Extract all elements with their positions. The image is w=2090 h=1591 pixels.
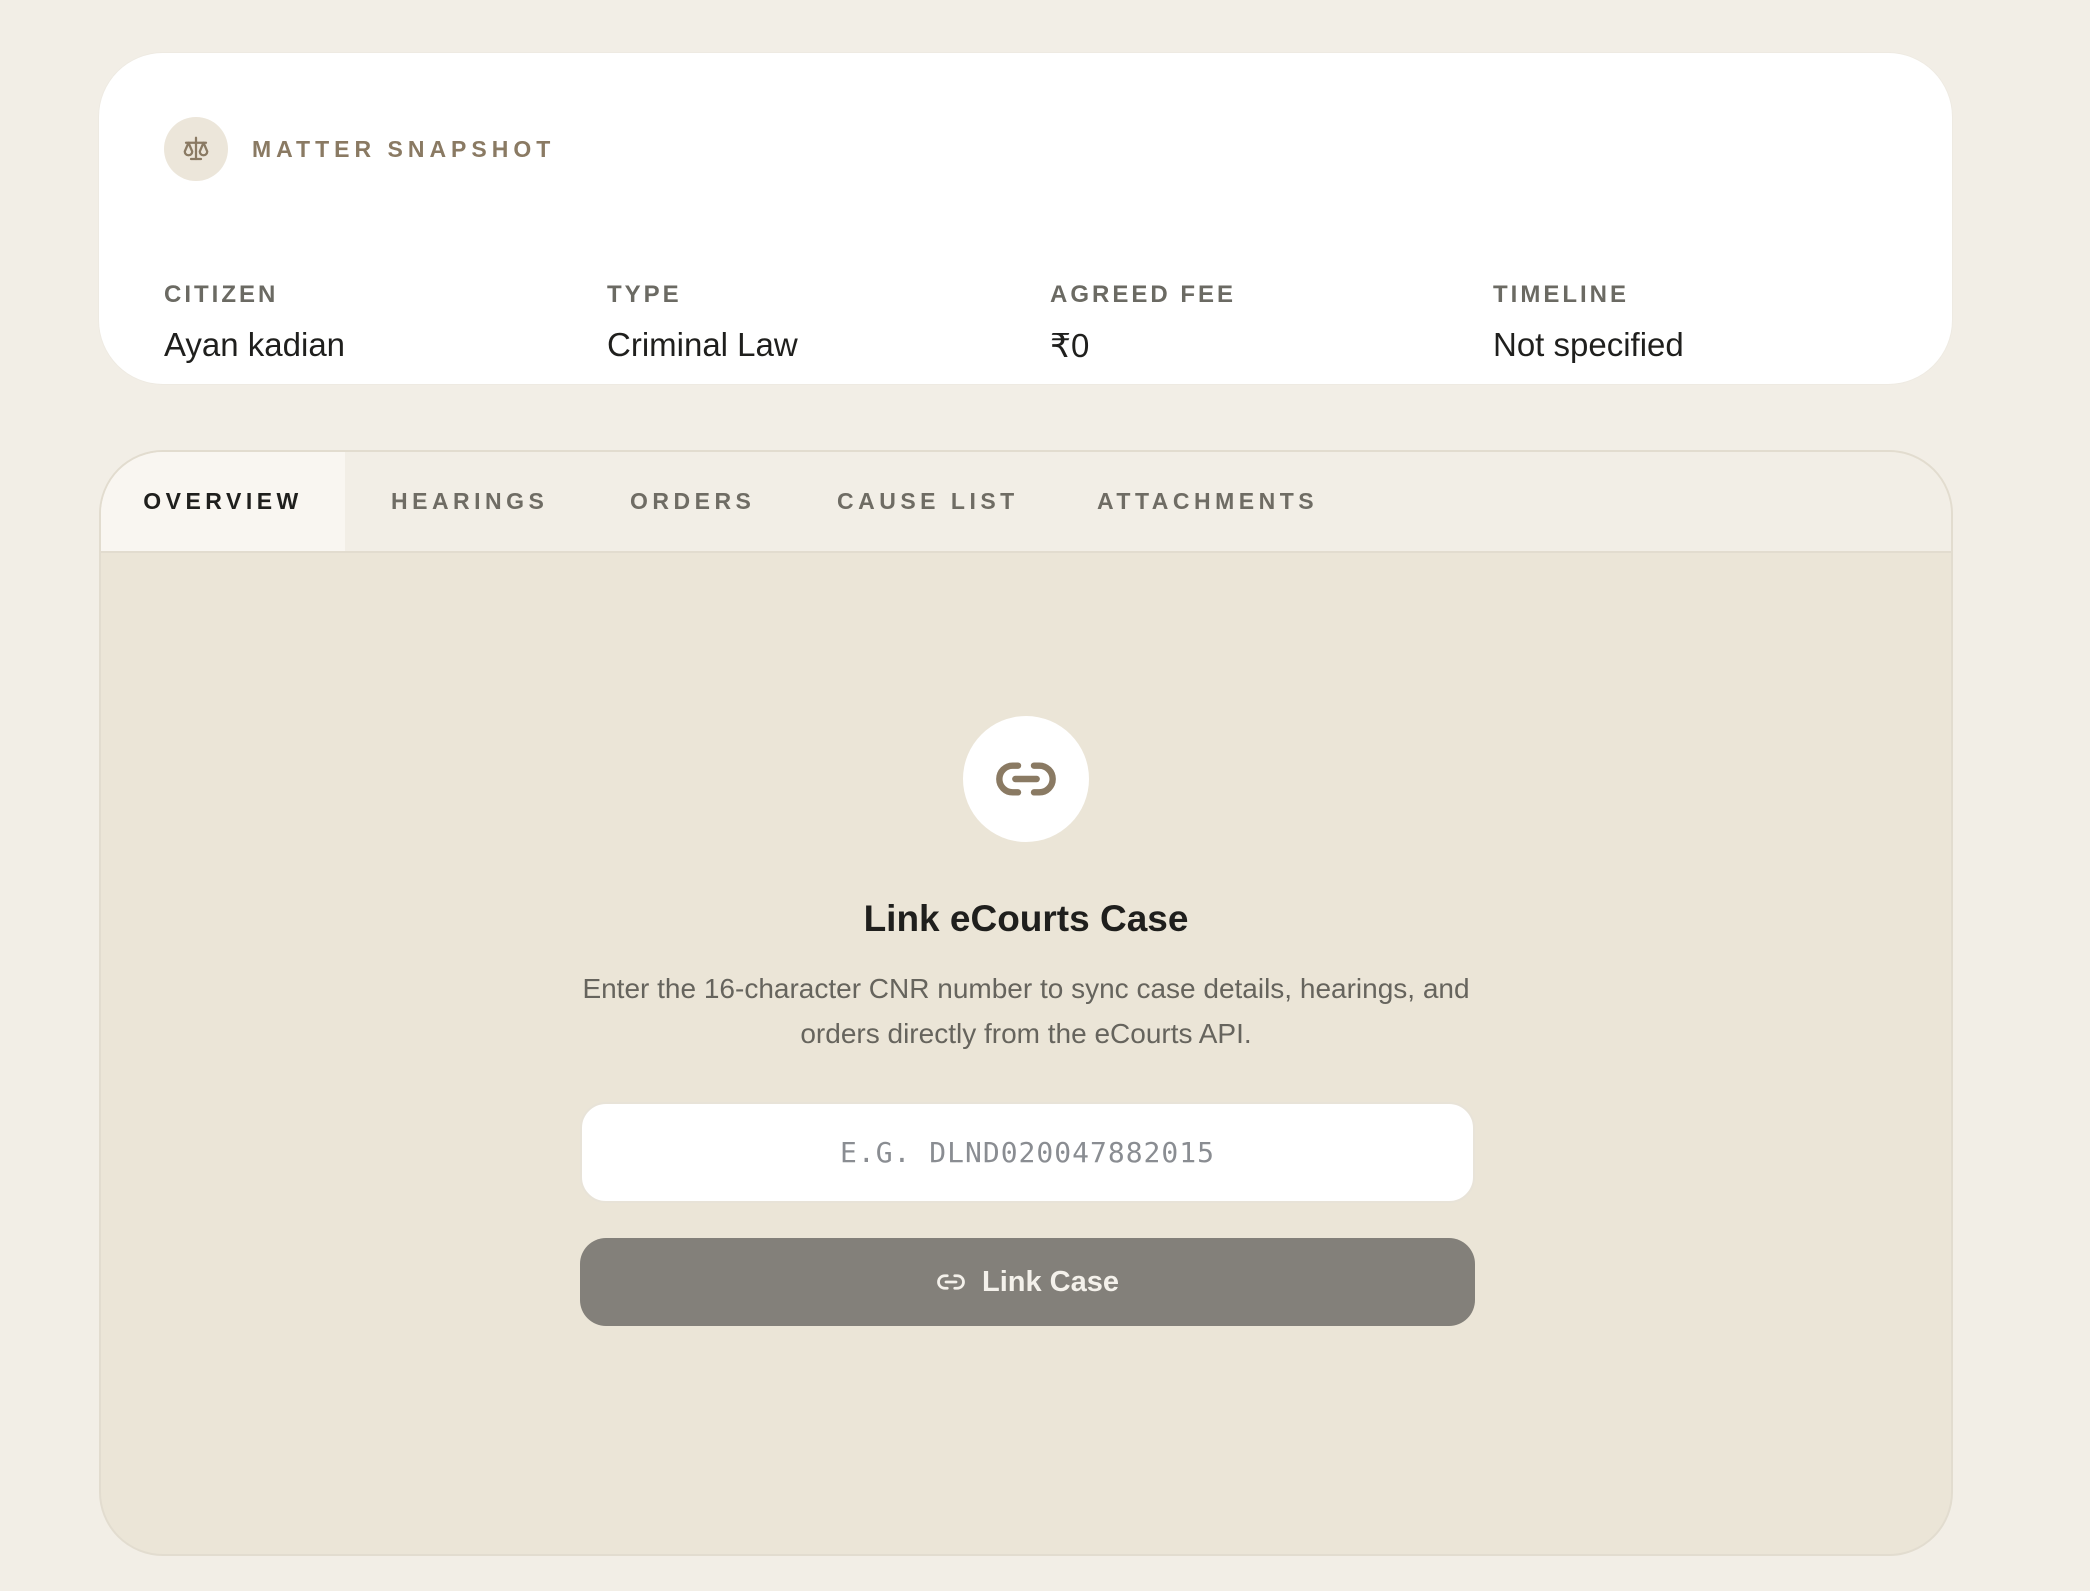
link-icon	[936, 1267, 966, 1297]
tab-overview[interactable]: OVERVIEW	[101, 452, 345, 551]
case-tabs-panel: OVERVIEW HEARINGS ORDERS CAUSE LIST ATTA…	[99, 450, 1953, 1556]
timeline-value: Not specified	[1493, 326, 1684, 363]
tab-attachments[interactable]: ATTACHMENTS	[1097, 452, 1318, 551]
field-type: TYPE Criminal Law	[607, 281, 798, 364]
citizen-value: Ayan kadian	[164, 326, 346, 363]
scale-icon	[164, 117, 228, 181]
timeline-label: TIMELINE	[1493, 281, 1629, 308]
tab-bar: OVERVIEW HEARINGS ORDERS CAUSE LIST ATTA…	[101, 452, 1951, 553]
agreed-fee-label: AGREED FEE	[1050, 281, 1237, 308]
citizen-label: CITIZEN	[164, 281, 279, 308]
field-agreed-fee: AGREED FEE ₹0	[1050, 281, 1236, 365]
link-case-button-label: Link Case	[982, 1265, 1119, 1298]
field-citizen: CITIZEN Ayan kadian	[164, 281, 345, 364]
tab-hearings[interactable]: HEARINGS	[391, 452, 548, 551]
link-icon	[963, 716, 1089, 842]
snapshot-header: MATTER SNAPSHOT	[164, 117, 555, 181]
tab-cause-list[interactable]: CAUSE LIST	[837, 452, 1019, 551]
type-label: TYPE	[607, 281, 682, 308]
type-value: Criminal Law	[607, 326, 798, 363]
agreed-fee-value: ₹0	[1050, 327, 1090, 364]
matter-snapshot-card: MATTER SNAPSHOT CITIZEN Ayan kadian TYPE…	[99, 53, 1952, 384]
field-timeline: TIMELINE Not specified	[1493, 281, 1684, 364]
link-ecourts-description: Enter the 16-character CNR number to syn…	[582, 973, 1470, 1049]
link-ecourts-title: Link eCourts Case	[863, 898, 1189, 939]
tab-orders[interactable]: ORDERS	[630, 452, 755, 551]
link-case-button[interactable]: Link Case	[580, 1238, 1475, 1326]
snapshot-fields: CITIZEN Ayan kadian TYPE Criminal Law AG…	[164, 281, 1934, 381]
snapshot-title: MATTER SNAPSHOT	[252, 135, 556, 162]
cnr-input[interactable]	[580, 1102, 1475, 1203]
